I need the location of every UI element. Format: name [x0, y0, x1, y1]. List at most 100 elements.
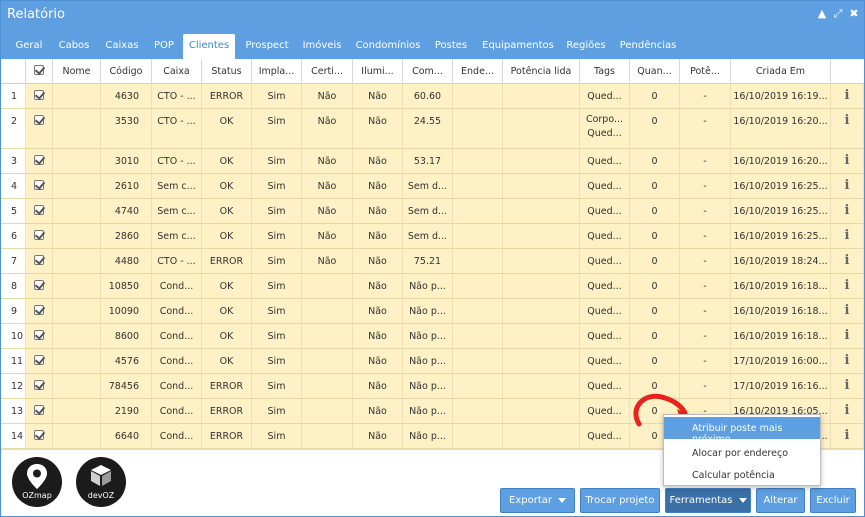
- tab-regioes[interactable]: Regiões: [563, 34, 609, 59]
- row-checkbox-cell[interactable]: [26, 249, 53, 273]
- row-checkbox[interactable]: [34, 330, 44, 340]
- info-icon[interactable]: i: [845, 88, 850, 103]
- row-checkbox[interactable]: [34, 90, 44, 100]
- row-checkbox-cell[interactable]: [26, 149, 53, 173]
- row-checkbox-cell[interactable]: [26, 324, 53, 348]
- header-implantado[interactable]: Impla...: [252, 59, 302, 84]
- row-checkbox-cell[interactable]: [26, 299, 53, 323]
- row-checkbox[interactable]: [34, 230, 44, 240]
- table-row[interactable]: 2 3530 CTO - ... OK Sim Não Não 24.55 Corpo... Qu…: [1, 109, 864, 149]
- row-checkbox-cell[interactable]: [26, 349, 53, 373]
- header-tags[interactable]: Tags: [580, 59, 630, 84]
- info-icon[interactable]: i: [845, 203, 850, 218]
- info-icon[interactable]: i: [845, 378, 850, 393]
- close-icon[interactable]: ✖: [848, 8, 860, 20]
- header-codigo[interactable]: Código: [101, 59, 152, 84]
- tab-geral[interactable]: Geral: [9, 34, 49, 59]
- row-checkbox[interactable]: [34, 405, 44, 415]
- header-caixa[interactable]: Caixa: [152, 59, 202, 84]
- maximize-icon[interactable]: ⤢: [832, 8, 844, 20]
- exportar-button[interactable]: Exportar: [500, 488, 575, 513]
- collapse-icon[interactable]: ▲: [816, 8, 828, 20]
- row-checkbox-cell[interactable]: [26, 399, 53, 423]
- info-icon[interactable]: i: [845, 228, 850, 243]
- select-all-checkbox[interactable]: [34, 65, 44, 75]
- table-row[interactable]: 6 2860 Sem c... OK Sim Não Não Sem d... Qued... 0…: [1, 224, 864, 249]
- info-icon[interactable]: i: [845, 353, 850, 368]
- tab-pendencias[interactable]: Pendências: [615, 34, 681, 59]
- info-icon[interactable]: i: [845, 278, 850, 293]
- row-checkbox[interactable]: [34, 430, 44, 440]
- table-row[interactable]: 11 4576 Cond... OK Sim Não Não p... Qued... 0-17…: [1, 349, 864, 374]
- table-row[interactable]: 10 8600 Cond... OK Sim Não Não p... Qued... 0-16…: [1, 324, 864, 349]
- tab-prospect[interactable]: Prospect: [241, 34, 293, 59]
- header-iluminado[interactable]: Ilumi...: [353, 59, 403, 84]
- table-row[interactable]: 7 4480 CTO - ... ERROR Sim Não Não 75.21 Qued...…: [1, 249, 864, 274]
- ferramentas-button[interactable]: Ferramentas: [665, 488, 751, 513]
- header-comprimento[interactable]: Com...: [403, 59, 453, 84]
- tab-equipamentos[interactable]: Equipamentos: [479, 34, 557, 59]
- info-icon[interactable]: i: [845, 403, 850, 418]
- row-checkbox[interactable]: [34, 115, 44, 125]
- info-icon[interactable]: i: [845, 253, 850, 268]
- row-checkbox[interactable]: [34, 280, 44, 290]
- info-icon[interactable]: i: [845, 153, 850, 168]
- table-row[interactable]: 1 4630 CTO - ... ERROR Sim Não Não 60.60 Qued...…: [1, 84, 864, 109]
- row-checkbox-cell[interactable]: [26, 84, 53, 108]
- header-quantidade[interactable]: Quan...: [630, 59, 680, 84]
- menu-item-alocar-endereco[interactable]: Alocar por endereço: [664, 442, 820, 464]
- row-checkbox-cell[interactable]: [26, 199, 53, 223]
- row-checkbox-cell[interactable]: [26, 224, 53, 248]
- trocar-projeto-button[interactable]: Trocar projeto: [580, 488, 660, 513]
- header-potencia[interactable]: Potê...: [680, 59, 731, 84]
- table-row[interactable]: 12 78456 Cond... ERROR Sim Não Não p... Qued...…: [1, 374, 864, 399]
- info-icon[interactable]: i: [845, 428, 850, 443]
- table-row[interactable]: 5 4740 Sem c... OK Sim Não Não Sem d... Qued... 0…: [1, 199, 864, 224]
- tab-condominios[interactable]: Condomínios: [351, 34, 425, 59]
- info-icon[interactable]: i: [845, 328, 850, 343]
- row-checkbox[interactable]: [34, 205, 44, 215]
- cell-comprimento: 60.60: [403, 84, 453, 108]
- header-status[interactable]: Status: [202, 59, 252, 84]
- header-potencia-lida[interactable]: Potência lida: [503, 59, 580, 84]
- row-checkbox[interactable]: [34, 355, 44, 365]
- tab-clientes[interactable]: Clientes: [183, 34, 235, 59]
- alterar-button[interactable]: Alterar: [756, 488, 805, 513]
- menu-item-calcular-potencia[interactable]: Calcular potência: [664, 464, 820, 486]
- tab-imoveis[interactable]: Imóveis: [299, 34, 345, 59]
- cell-certificado: [302, 424, 353, 448]
- info-icon[interactable]: i: [845, 303, 850, 318]
- table-row[interactable]: 4 2610 Sem c... OK Sim Não Não Sem d... Qued... 0…: [1, 174, 864, 199]
- tab-postes[interactable]: Postes: [431, 34, 471, 59]
- info-icon[interactable]: i: [845, 113, 850, 128]
- header-nome[interactable]: Nome: [53, 59, 101, 84]
- window-title: Relatório: [7, 7, 65, 22]
- header-criada-em[interactable]: Criada Em: [731, 59, 831, 84]
- info-icon[interactable]: i: [845, 178, 850, 193]
- row-checkbox-cell[interactable]: [26, 174, 53, 198]
- cell-endereco: [453, 149, 503, 173]
- tab-caixas[interactable]: Caixas: [100, 34, 144, 59]
- header-endereco[interactable]: Ende...: [453, 59, 503, 84]
- row-checkbox[interactable]: [34, 255, 44, 265]
- table-row[interactable]: 3 3010 CTO - ... OK Sim Não Não 53.17 Qued... 0-1…: [1, 149, 864, 174]
- header-select-all[interactable]: [26, 59, 53, 84]
- row-checkbox-cell[interactable]: [26, 424, 53, 448]
- tab-pop[interactable]: POP: [148, 34, 180, 59]
- tab-cabos[interactable]: Cabos: [53, 34, 95, 59]
- row-checkbox-cell[interactable]: [26, 374, 53, 398]
- table-row[interactable]: 9 10090 Cond... OK Sim Não Não p... Qued... 0-16…: [1, 299, 864, 324]
- cell-iluminado: Não: [353, 249, 403, 273]
- cell-iluminado: Não: [353, 374, 403, 398]
- row-checkbox[interactable]: [34, 305, 44, 315]
- row-checkbox[interactable]: [34, 155, 44, 165]
- excluir-button[interactable]: Excluir: [810, 488, 856, 513]
- row-checkbox[interactable]: [34, 180, 44, 190]
- header-certificado[interactable]: Certi...: [302, 59, 353, 84]
- row-checkbox-cell[interactable]: [26, 274, 53, 298]
- row-info-cell: i: [831, 174, 864, 198]
- row-checkbox-cell[interactable]: [26, 109, 53, 148]
- row-checkbox[interactable]: [34, 380, 44, 390]
- menu-item-atribuir-poste[interactable]: Atribuir poste mais próximo: [664, 417, 820, 445]
- table-row[interactable]: 8 10850 Cond... OK Sim Não Não p... Qued... 0-16…: [1, 274, 864, 299]
